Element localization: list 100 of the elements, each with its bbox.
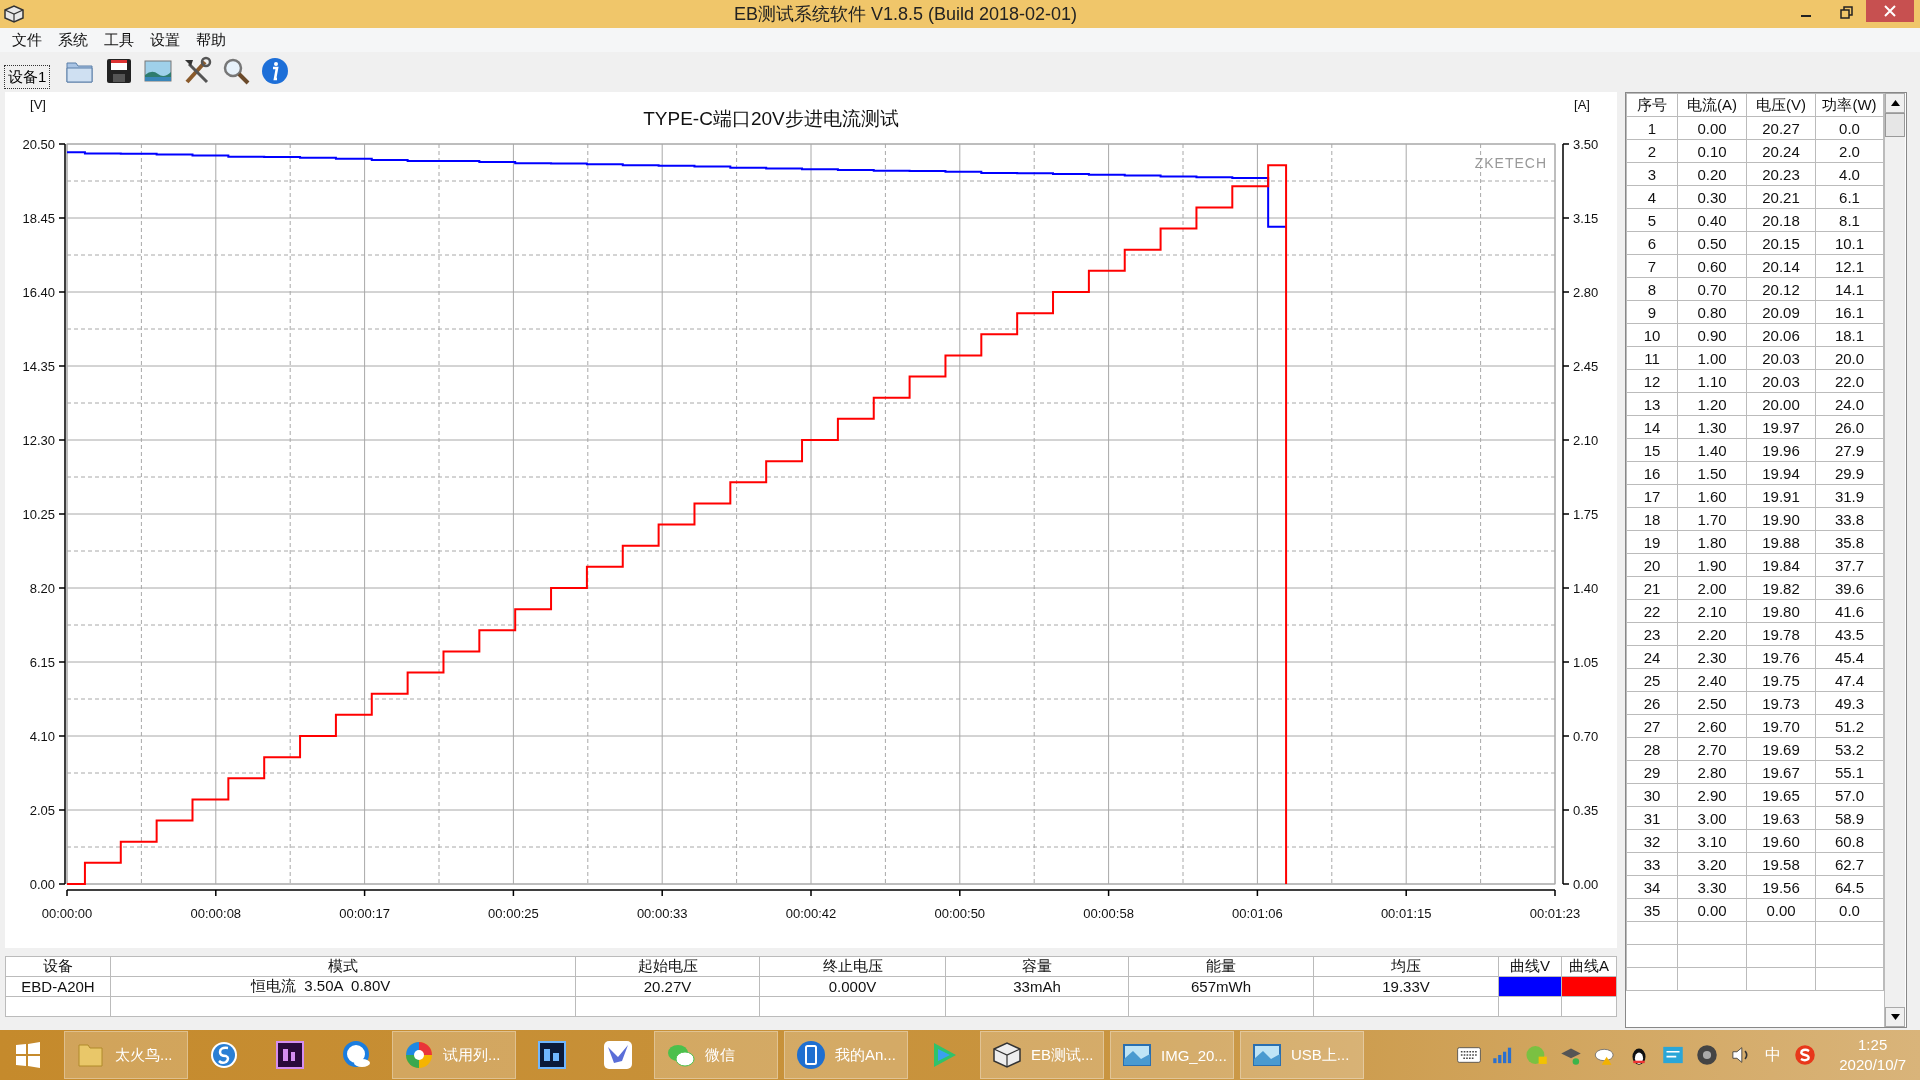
axis-label: 00:00:17 xyxy=(339,906,390,921)
close-button[interactable] xyxy=(1866,0,1914,22)
menu-item[interactable]: 系统 xyxy=(50,30,96,50)
axis-label: 14.35 xyxy=(22,359,55,374)
axis-label: 16.40 xyxy=(22,285,55,300)
table-cell: 1.10 xyxy=(1677,369,1747,393)
table-cell: 3.00 xyxy=(1677,806,1747,830)
table-cell: 30 xyxy=(1626,783,1678,807)
table-cell: 34 xyxy=(1626,875,1678,899)
axis-label: 6.15 xyxy=(29,655,55,670)
table-cell: 33.8 xyxy=(1815,507,1884,531)
table-cell: 4.0 xyxy=(1815,162,1884,186)
table-cell: 41.6 xyxy=(1815,599,1884,623)
device-cell: EBD-A20H xyxy=(5,976,111,997)
column-header: 电流(A) xyxy=(1677,93,1747,117)
table-cell: 1 xyxy=(1626,116,1678,140)
scrollbar[interactable] xyxy=(1884,93,1905,1027)
axis-label: 18.45 xyxy=(22,211,55,226)
table-cell: 10 xyxy=(1626,323,1678,347)
device-tab[interactable]: 设备1 xyxy=(4,65,51,89)
taskbar-button[interactable]: EB测试... xyxy=(980,1031,1104,1079)
table-cell: 0.0 xyxy=(1815,898,1884,922)
video-editor-icon xyxy=(274,1039,306,1071)
table-cell: 1.50 xyxy=(1677,461,1747,485)
table-cell: 14 xyxy=(1626,415,1678,439)
column-header: 曲线A xyxy=(1561,956,1617,977)
table-cell: 20.12 xyxy=(1746,277,1816,301)
column-header: 终止电压 xyxy=(759,956,946,977)
brand-label: ZKETECH xyxy=(1474,155,1547,171)
menu-item[interactable]: 帮助 xyxy=(188,30,234,50)
column-header: 曲线V xyxy=(1498,956,1562,977)
table-cell: 0.00 xyxy=(1677,898,1747,922)
taskbar-button[interactable]: 微信 xyxy=(654,1031,778,1079)
table-cell: 0.0 xyxy=(1815,116,1884,140)
table-cell: 14.1 xyxy=(1815,277,1884,301)
table-cell: 20.0 xyxy=(1815,346,1884,370)
table-cell: 39.6 xyxy=(1815,576,1884,600)
taskbar-button[interactable]: 试用列... xyxy=(392,1031,516,1079)
axis-label: 00:00:25 xyxy=(488,906,539,921)
table-cell: 0.80 xyxy=(1677,300,1747,324)
axis-label: 1.05 xyxy=(1573,655,1599,670)
table-cell: 2.70 xyxy=(1677,737,1747,761)
axis-label: 00:01:15 xyxy=(1380,906,1432,921)
table-cell: 19.91 xyxy=(1746,484,1816,508)
table-cell: 35.8 xyxy=(1815,530,1884,554)
table-cell: 55.1 xyxy=(1815,760,1884,784)
table-cell: 22 xyxy=(1626,599,1678,623)
taskbar-button[interactable]: IMG_20... xyxy=(1110,1031,1234,1079)
table-cell: 0.00 xyxy=(1677,116,1747,140)
table-cell: 2.20 xyxy=(1677,622,1747,646)
table-cell: 18 xyxy=(1626,507,1678,531)
table-cell: 2.10 xyxy=(1677,599,1747,623)
taskbar-button[interactable]: 太火鸟... xyxy=(64,1031,188,1079)
table-cell: 19.90 xyxy=(1746,507,1816,531)
table-cell: 33mAh xyxy=(945,976,1129,997)
table-cell: 1.30 xyxy=(1677,415,1747,439)
table-cell: 47.4 xyxy=(1815,668,1884,692)
axis-label: 2.05 xyxy=(29,803,55,818)
column-header: 功率(W) xyxy=(1815,93,1884,117)
browser-icon xyxy=(208,1039,240,1071)
table-cell: 18.1 xyxy=(1815,323,1884,347)
table-cell: 25 xyxy=(1626,668,1678,692)
clock-time[interactable]: 1:25 xyxy=(1858,1035,1888,1055)
table-cell: 22.0 xyxy=(1815,369,1884,393)
taskbar-button[interactable]: 我的An... xyxy=(784,1031,908,1079)
scroll-thumb[interactable] xyxy=(1885,113,1905,137)
scroll-down-icon[interactable] xyxy=(1885,1007,1905,1027)
table-cell: 49.3 xyxy=(1815,691,1884,715)
scroll-up-icon[interactable] xyxy=(1885,93,1905,113)
table-cell: 0.30 xyxy=(1677,185,1747,209)
taskbar-button[interactable]: USB上... xyxy=(1240,1031,1364,1079)
table-cell: 35 xyxy=(1626,898,1678,922)
table-cell: 1.90 xyxy=(1677,553,1747,577)
table-cell: 19.60 xyxy=(1746,829,1816,853)
input-method-indicator[interactable]: 中 xyxy=(1761,1044,1786,1066)
table-cell: 0.90 xyxy=(1677,323,1747,347)
table-cell: 19 xyxy=(1626,530,1678,554)
column-header: 模式 xyxy=(110,956,576,977)
axis-label: 00:01:06 xyxy=(1232,906,1283,921)
menu-item[interactable]: 文件 xyxy=(4,30,50,50)
table-cell: 23 xyxy=(1626,622,1678,646)
table-cell: 6 xyxy=(1626,231,1678,255)
table-cell: 64.5 xyxy=(1815,875,1884,899)
chart-title: TYPE-C端口20V步进电流测试 xyxy=(643,108,899,129)
menu-item[interactable]: 工具 xyxy=(96,30,142,50)
table-cell: 3 xyxy=(1626,162,1678,186)
column-header: 起始电压 xyxy=(575,956,760,977)
minimize-icon xyxy=(1801,15,1811,17)
column-header: 容量 xyxy=(945,956,1129,977)
close-icon xyxy=(1883,4,1897,18)
clock-date[interactable]: 2020/10/7 xyxy=(1839,1055,1906,1075)
axis-label: 1.40 xyxy=(1573,581,1599,596)
table-cell: 1.40 xyxy=(1677,438,1747,462)
menu-item[interactable]: 设置 xyxy=(142,30,188,50)
table-cell: 3.20 xyxy=(1677,852,1747,876)
table-cell: 29.9 xyxy=(1815,461,1884,485)
table-cell: 26 xyxy=(1626,691,1678,715)
table-cell: 19.67 xyxy=(1746,760,1816,784)
table-cell: 1.80 xyxy=(1677,530,1747,554)
axis-label: 20.50 xyxy=(22,137,55,152)
